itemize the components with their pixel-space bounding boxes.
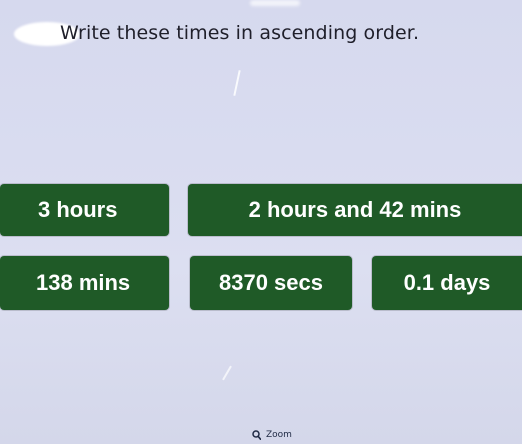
- time-tile-138-mins[interactable]: 138 mins: [0, 256, 169, 310]
- question-prompt: Write these times in ascending order.: [60, 22, 420, 44]
- magnifier-icon: [252, 430, 261, 440]
- glare-top: [250, 0, 300, 6]
- time-tile-8370-secs[interactable]: 8370 secs: [190, 256, 352, 310]
- zoom-button[interactable]: Zoom: [252, 430, 292, 440]
- time-tile-0-1-days[interactable]: 0.1 days: [372, 256, 522, 310]
- time-tile-3-hours[interactable]: 3 hours: [0, 184, 169, 236]
- zoom-label: Zoom: [266, 430, 292, 440]
- pen-mark-2: [222, 365, 232, 381]
- time-tile-2-hours-42-mins[interactable]: 2 hours and 42 mins: [188, 184, 522, 236]
- pen-mark: [233, 70, 241, 96]
